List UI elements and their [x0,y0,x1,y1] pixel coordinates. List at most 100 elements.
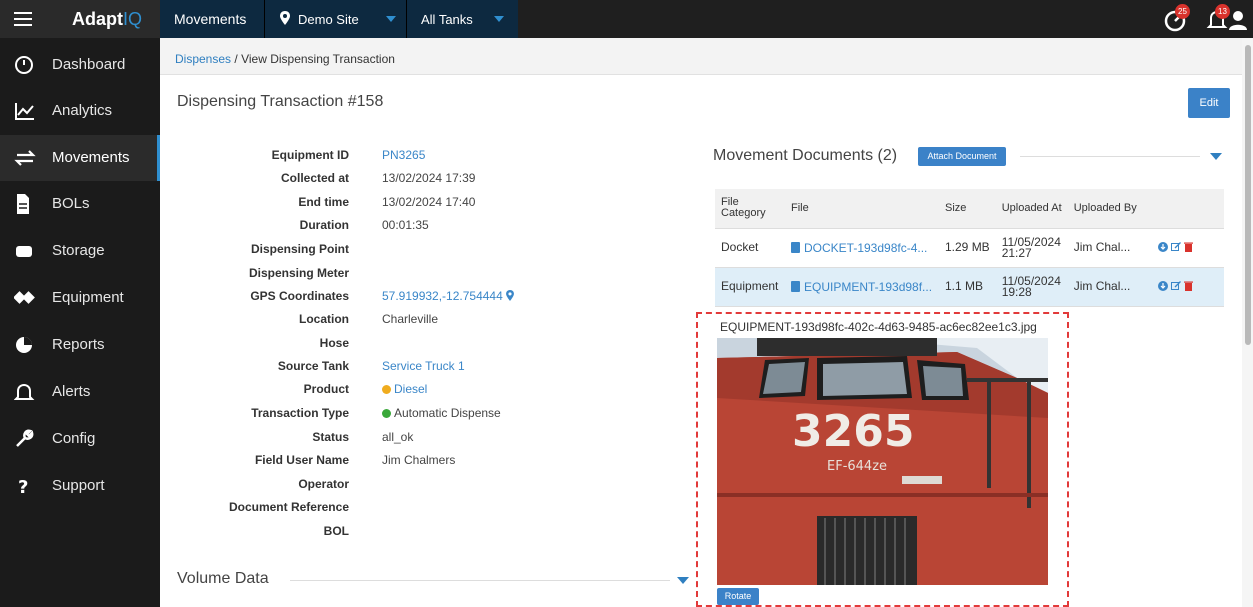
end-time-value: 13/02/2024 17:40 [382,195,476,209]
file-link[interactable]: DOCKET-193d98fc-4... [785,228,939,268]
field-label: Collected at [280,171,349,185]
column-header[interactable]: File Category [715,189,785,229]
wrench-icon [16,429,34,447]
sidebar-item-equipment[interactable]: Equipment [0,275,160,321]
sidebar-item-analytics[interactable]: Analytics [0,88,160,134]
field-label: Transaction Type [251,406,349,420]
nav-divider [264,0,265,38]
uploaded-at-cell: 11/05/2024 21:27 [995,228,1068,268]
equipment-photo[interactable]: 3265 EF-644ze [717,338,1048,585]
sidebar-item-label: Alerts [52,383,91,400]
attach-document-button[interactable]: Attach Document [918,147,1006,166]
sidebar-item-label: Storage [52,242,105,259]
size-cell: 1.29 MB [939,228,996,268]
field-label: Operator [298,477,349,491]
page-title: Dispensing Transaction #158 [177,93,384,110]
download-icon[interactable] [1157,280,1168,291]
pie-chart-icon [16,337,32,353]
photo-plate-text: EF-644ze [827,459,887,474]
volume-divider [290,580,670,581]
equipment-id-link[interactable]: PN3265 [382,148,425,162]
table-row[interactable]: Equipment EQUIPMENT-193d98f... 1.1 MB 11… [715,267,1224,307]
gps-coordinates-link[interactable]: 57.919932,-12.754444 [382,289,515,303]
sidebar-item-label: Config [52,430,96,447]
documents-collapse-chevron-icon[interactable] [1210,153,1222,160]
sidebar-item-label: BOLs [52,195,90,212]
breadcrumb-dispenses-link[interactable]: Dispenses [175,52,231,66]
field-label: Field User Name [254,453,349,467]
hamburger-menu-icon[interactable] [14,12,32,26]
column-header-actions [1151,189,1224,229]
column-header[interactable]: Uploaded At [995,189,1068,229]
field-user-value: Jim Chalmers [382,453,456,467]
sidebar-item-storage[interactable]: Storage [0,228,160,274]
duration-value: 00:01:35 [382,218,429,232]
sidebar-item-config[interactable]: Config [0,416,160,462]
rotate-button[interactable]: Rotate [717,588,759,605]
scrollbar-thumb[interactable] [1245,45,1251,345]
svg-text:?: ? [18,477,28,496]
edit-icon[interactable] [1171,241,1182,252]
field-label: GPS Coordinates [250,289,349,303]
field-label: Status [312,430,349,444]
table-row[interactable]: Docket DOCKET-193d98fc-4... 1.29 MB 11/0… [715,228,1224,268]
sidebar-item-alerts[interactable]: Alerts [0,369,160,415]
column-header[interactable]: Size [939,189,996,229]
site-selector[interactable]: Demo Site [298,12,359,27]
column-header[interactable]: File [785,189,939,229]
brand-logo[interactable]: AdaptIQ [72,9,142,30]
transaction-type-value: Automatic Dispense [382,406,501,420]
file-icon [791,241,800,253]
breadcrumb: Dispenses / View Dispensing Transaction [175,52,395,66]
file-icon [791,280,800,292]
edit-icon[interactable] [1171,280,1182,291]
line-chart-icon [15,103,34,120]
status-value: all_ok [382,430,414,444]
documents-divider [1020,156,1200,157]
category-cell: Docket [715,228,785,268]
trash-icon[interactable] [1184,242,1194,252]
preview-filename: EQUIPMENT-193d98fc-402c-4d63-9485-ac6ec8… [720,320,1037,334]
sidebar-item-movements[interactable]: Movements [0,135,160,181]
tank-dropdown-chevron-icon[interactable] [494,16,504,22]
sidebar-item-reports[interactable]: Reports [0,322,160,368]
transaction-status-dot-icon [382,409,391,418]
field-label: BOL [323,524,349,538]
edit-button[interactable]: Edit [1188,88,1230,118]
uploaded-at-cell: 11/05/2024 19:28 [995,267,1068,307]
trash-icon[interactable] [1184,281,1194,291]
site-dropdown-chevron-icon[interactable] [386,16,396,22]
file-link[interactable]: EQUIPMENT-193d98f... [785,267,939,307]
sidebar-item-bols[interactable]: BOLs [0,181,160,227]
row-actions [1151,267,1224,307]
tank-selector[interactable]: All Tanks [421,12,473,27]
sidebar-item-dashboard[interactable]: Dashboard [0,42,160,88]
collected-at-value: 13/02/2024 17:39 [382,171,476,185]
field-label: Equipment ID [271,148,349,162]
breadcrumb-separator: / [234,52,238,66]
source-tank-link[interactable]: Service Truck 1 [382,359,465,373]
field-label: Source Tank [277,359,349,373]
product-link[interactable]: Diesel [382,382,427,396]
field-label: Location [299,312,349,326]
sidebar-item-label: Reports [52,336,105,353]
nav-movements-link[interactable]: Movements [174,11,246,27]
documents-table: File Category File Size Uploaded At Uplo… [715,189,1224,307]
field-label: Dispensing Point [250,242,349,256]
breadcrumb-current: View Dispensing Transaction [241,52,395,66]
location-pin-icon [280,11,290,25]
user-avatar-icon[interactable] [1225,6,1251,32]
sidebar-item-label: Support [52,477,105,494]
column-header[interactable]: Uploaded By [1067,189,1152,229]
row-actions [1151,228,1224,268]
download-icon[interactable] [1157,241,1168,252]
exchange-arrows-icon [14,150,36,166]
field-label: Product [303,382,349,396]
sidebar-item-support[interactable]: ? Support [0,463,160,509]
category-cell: Equipment [715,267,785,307]
product-status-dot-icon [382,385,391,394]
document-icon [17,194,29,214]
volume-collapse-chevron-icon[interactable] [677,577,689,584]
size-cell: 1.1 MB [939,267,996,307]
uploaded-by-cell: Jim Chal... [1067,228,1152,268]
